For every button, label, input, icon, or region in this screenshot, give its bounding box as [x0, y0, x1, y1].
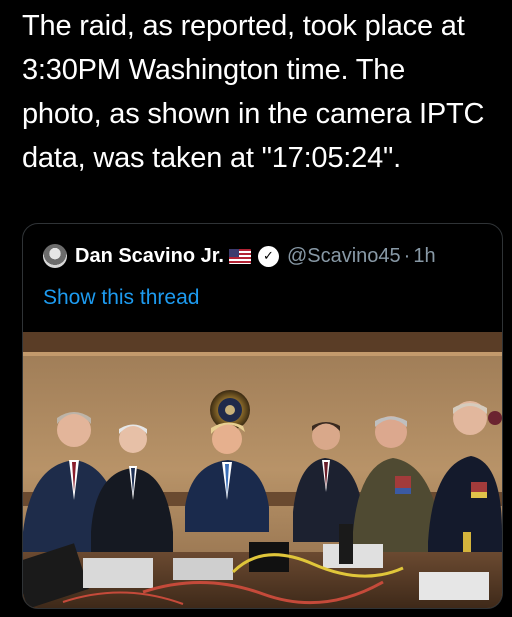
user-handle[interactable]: @Scavino45 — [287, 245, 401, 268]
situation-room-photo — [23, 332, 502, 608]
show-thread-link[interactable]: Show this thread — [43, 286, 199, 310]
verified-badge-icon: ✓ — [257, 245, 279, 267]
separator-dot: · — [403, 244, 411, 267]
tweet-photo[interactable] — [23, 332, 502, 608]
quoted-tweet-card[interactable]: Dan Scavino Jr. ✓ @Scavino45 · 1h Show t… — [22, 223, 503, 609]
avatar[interactable] — [43, 244, 67, 268]
us-flag-icon — [228, 248, 251, 264]
quoted-tweet-header: Dan Scavino Jr. ✓ @Scavino45 · 1h — [43, 242, 436, 270]
tweet-timestamp[interactable]: 1h — [413, 245, 435, 268]
display-name[interactable]: Dan Scavino Jr. — [75, 245, 224, 268]
tweet-text: The raid, as reported, took place at 3:3… — [22, 10, 485, 174]
